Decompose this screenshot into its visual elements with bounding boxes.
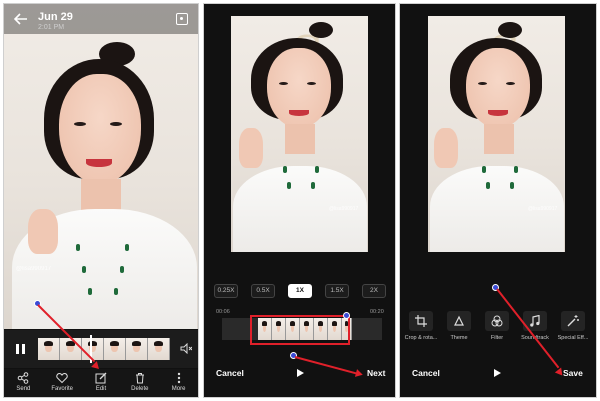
play-icon[interactable] [494,369,501,377]
photo-time: 2:01 PM [38,24,65,31]
special-effects-label: Special Eff... [557,335,589,341]
special-effects-tool[interactable]: Special Eff... [556,311,590,341]
more-button[interactable]: More [161,369,197,397]
more-label: More [171,386,186,392]
crop-rotate-tool[interactable]: Crop & rota... [404,311,438,341]
play-icon[interactable] [297,369,304,377]
edit-button[interactable]: Edit [83,369,119,397]
annotation-start-marker [343,312,350,319]
mute-icon[interactable] [180,343,192,354]
frame-strip[interactable] [38,335,170,363]
pause-icon[interactable] [16,344,25,354]
next-button[interactable]: Next [367,368,385,378]
video-preview: S @lisa990917 [428,16,565,252]
editor-tools-panel: S @lisa990917 Crop & rota... Theme Filte… [399,3,597,398]
timeline-end-time: 00:20 [370,309,384,315]
crop-icon [415,315,427,327]
speed-option-1.5x[interactable]: 1.5X [325,284,349,298]
heart-icon [56,372,68,384]
music-icon [530,315,540,327]
speed-option-1x[interactable]: 1X [288,284,312,298]
share-icon [18,372,29,384]
video-preview: S @lisa990917 [231,16,368,252]
cancel-button[interactable]: Cancel [412,368,440,378]
save-button[interactable]: Save [563,368,583,378]
speed-editor-panel: S @lisa990917 0.25X 0.5X 1X 1.5X 2X 00:0… [203,3,396,398]
more-icon [177,372,180,384]
viewer-header: Jun 29 2:01 PM [4,4,198,34]
timeline-start-time: 00:06 [216,309,230,315]
photo: S @lisa990917 [4,4,198,329]
theme-icon [454,315,464,326]
annotation-arrowhead [354,369,364,379]
annotation-arrow [294,356,359,375]
theme-label: Theme [450,335,468,341]
trash-icon [135,373,144,384]
cancel-button[interactable]: Cancel [216,368,244,378]
watermark: @lisa990917 [16,266,52,272]
watermark: @lisa990917 [528,206,558,212]
bottom-nav: Send Favorite Edit Delete More [4,369,198,397]
scan-icon[interactable] [176,13,188,25]
edit-tools-row: Crop & rota... Theme Filter Soundtrack S… [404,311,590,341]
send-label: Send [16,386,31,392]
edit-icon [95,372,107,384]
speed-selector: 0.25X 0.5X 1X 1.5X 2X [214,284,386,298]
photo-date: Jun 29 [38,11,73,23]
speed-option-2x[interactable]: 2X [362,284,386,298]
timeline-highlight-box [250,315,350,345]
theme-tool[interactable]: Theme [442,311,476,341]
delete-button[interactable]: Delete [122,369,158,397]
filter-label: Filter [490,335,504,341]
speed-option-0.25x[interactable]: 0.25X [214,284,238,298]
magic-wand-icon [567,315,579,327]
back-arrow-icon[interactable] [14,12,28,26]
video-scrubber[interactable] [4,330,198,368]
speed-option-0.5x[interactable]: 0.5X [251,284,275,298]
edit-label: Edit [95,386,107,392]
filter-icon [491,315,503,327]
filter-tool[interactable]: Filter [480,311,514,341]
favorite-button[interactable]: Favorite [44,369,80,397]
watermark: @lisa990917 [329,206,359,212]
crop-rotate-label: Crop & rota... [404,335,438,341]
gallery-viewer-panel: S @lisa990917 Jun 29 2:01 PM [3,3,199,398]
favorite-label: Favorite [51,386,74,392]
delete-label: Delete [131,386,149,392]
send-button[interactable]: Send [5,369,41,397]
